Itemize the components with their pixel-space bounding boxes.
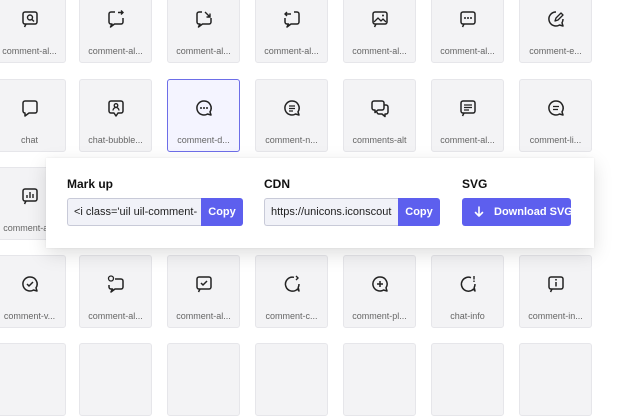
- icon-tile-label: comment-al...: [88, 46, 143, 56]
- icon-tile-comment-al[interactable]: comment-al...: [167, 255, 240, 328]
- icon-tile-comments-alt[interactable]: comments-alt: [343, 79, 416, 152]
- icon-tile-label: comment-li...: [529, 135, 582, 145]
- icon-tile-comment-al[interactable]: comment-al...: [0, 0, 66, 63]
- copy-markup-button[interactable]: Copy: [201, 198, 243, 226]
- icon-tile-comment-al[interactable]: comment-al...: [431, 0, 504, 63]
- icon-tile-label: comment-c...: [265, 311, 318, 321]
- comment-info-icon: [547, 276, 564, 293]
- icon-tile-comment-al[interactable]: comment-al...: [255, 0, 328, 63]
- icon-tile-comment-d[interactable]: comment-d...: [167, 79, 240, 152]
- icon-tile-label: comment-al...: [176, 46, 231, 56]
- icon-tile-comment-al[interactable]: comment-al...: [431, 79, 504, 152]
- comment-alt-question-icon: [107, 275, 124, 293]
- comment-alt-dots-icon: [459, 11, 476, 28]
- icon-tile-comment-al[interactable]: comment-al...: [343, 0, 416, 63]
- icon-tile-label: comment-e...: [529, 46, 582, 56]
- icon-tile-chat-info[interactable]: chat-info: [431, 255, 504, 328]
- comment-alt-chart-icon: [21, 188, 38, 205]
- icon-tile-label: comment-v...: [3, 311, 56, 321]
- svg-title: SVG: [462, 177, 488, 191]
- icon-tile-comment-v[interactable]: comment-v...: [0, 255, 66, 328]
- comment-alt-check-icon: [195, 276, 212, 293]
- cdn-title: CDN: [264, 177, 290, 191]
- icon-tile-comment-li[interactable]: comment-li...: [519, 79, 592, 152]
- icon-tile-label: comment-al...: [352, 46, 407, 56]
- icon-tile-label: comment-al...: [2, 46, 57, 56]
- cdn-url-field[interactable]: https://unicons.iconscout: [264, 198, 398, 226]
- comment-edit-icon: [547, 11, 564, 27]
- comment-alt-image-icon: [371, 11, 388, 28]
- icon-tile-comment-n[interactable]: comment-n...: [255, 79, 328, 152]
- icon-tile-label: chat: [20, 135, 38, 145]
- comment-alt-lines-icon: [459, 100, 476, 117]
- icon-tile-comment-al[interactable]: comment-al...: [79, 0, 152, 63]
- icon-tile[interactable]: [519, 343, 592, 416]
- icon-tile[interactable]: [431, 343, 504, 416]
- icon-tile-label: comment-n...: [265, 135, 318, 145]
- icon-tile[interactable]: [0, 343, 66, 416]
- comment-lines-icon: [547, 100, 564, 116]
- comment-notes-icon: [283, 100, 300, 116]
- icon-tile[interactable]: [167, 343, 240, 416]
- comment-alt-share-icon: [195, 11, 212, 28]
- icon-tile-label: comment-in...: [528, 311, 583, 321]
- copy-cdn-button[interactable]: Copy: [398, 198, 440, 226]
- icon-tile-comment-al[interactable]: comment-al...: [79, 255, 152, 328]
- icon-tile-label: comment-d...: [177, 135, 230, 145]
- markup-code-field[interactable]: <i class='uil uil-comment-: [67, 198, 201, 226]
- icon-tile-chat-bubble[interactable]: chat-bubble...: [79, 79, 152, 152]
- comment-alt-search-icon: [21, 11, 38, 28]
- chat-bubble-user-icon: [107, 100, 124, 117]
- icon-tile-label: comment-al...: [176, 311, 231, 321]
- icon-tile-label: chat-bubble...: [88, 135, 143, 145]
- comment-plus-icon: [371, 276, 388, 292]
- download-arrow-icon: [474, 206, 484, 217]
- icon-tile[interactable]: [255, 343, 328, 416]
- icon-tile-label: comment-al...: [440, 135, 495, 145]
- chat-info-icon: [460, 276, 476, 292]
- comment-alt-upload-icon: [283, 11, 300, 28]
- icon-tile-label: comment-al...: [88, 311, 143, 321]
- icon-tile-comment-pl[interactable]: comment-pl...: [343, 255, 416, 328]
- icon-tile[interactable]: [79, 343, 152, 416]
- comment-alt-redo-icon: [107, 10, 124, 28]
- icon-tile-label: comment-al...: [264, 46, 319, 56]
- icon-tile-label: comment-al...: [440, 46, 495, 56]
- comment-redo-icon: [284, 275, 300, 292]
- comment-verify-icon: [21, 276, 38, 292]
- comments-alt-icon: [370, 100, 389, 118]
- icon-tile-label: comments-alt: [352, 135, 407, 145]
- icon-tile-chat[interactable]: chat: [0, 79, 66, 152]
- icon-detail-panel: Mark up <i class='uil uil-comment- Copy …: [46, 158, 594, 248]
- download-svg-label: Download SVG: [494, 206, 573, 218]
- comment-dots-icon: [195, 100, 212, 116]
- icon-tile-comment-c[interactable]: comment-c...: [255, 255, 328, 328]
- icon-tile-label: comment-pl...: [352, 311, 407, 321]
- icon-tile-comment-al[interactable]: comment-al...: [167, 0, 240, 63]
- icon-tile[interactable]: [343, 343, 416, 416]
- icon-tile-comment-in[interactable]: comment-in...: [519, 255, 592, 328]
- download-svg-button[interactable]: Download SVG: [462, 198, 573, 226]
- icon-tile-comment-e[interactable]: comment-e...: [519, 0, 592, 63]
- icon-tile-label: chat-info: [450, 311, 485, 321]
- chat-icon: [21, 100, 38, 117]
- markup-title: Mark up: [67, 177, 114, 191]
